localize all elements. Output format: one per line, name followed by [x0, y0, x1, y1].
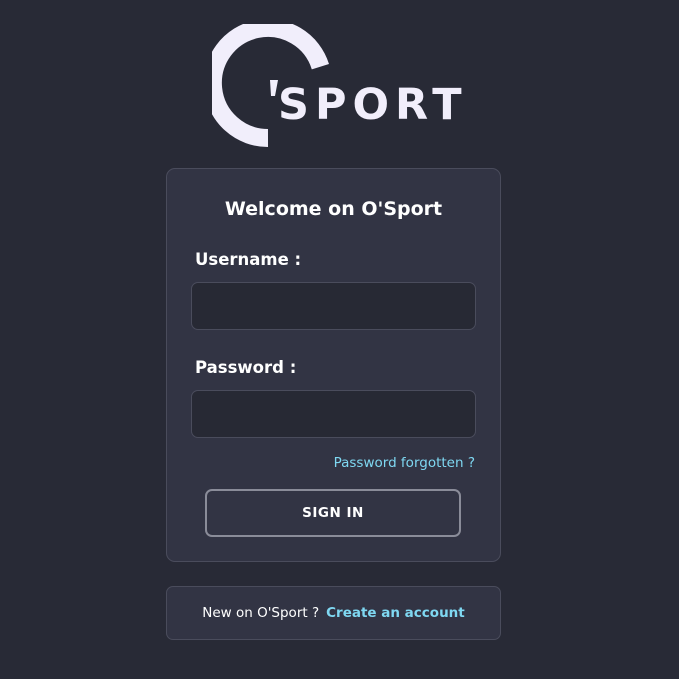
- username-label: Username :: [195, 250, 302, 269]
- register-prompt: New on O'Sport ?: [202, 605, 320, 621]
- logo-wordmark: SPORT: [278, 80, 468, 130]
- create-account-link[interactable]: Create an account: [326, 605, 465, 621]
- login-page: SPORT Welcome on O'Sport Username : Pass…: [0, 0, 679, 679]
- register-card: New on O'Sport ? Create an account: [166, 586, 501, 640]
- password-forgotten-link[interactable]: Password forgotten ?: [334, 455, 475, 471]
- osport-logo: SPORT: [212, 24, 462, 148]
- login-card: Welcome on O'Sport Username : Password :…: [166, 168, 501, 562]
- card-title: Welcome on O'Sport: [224, 198, 443, 220]
- sign-in-button[interactable]: SIGN IN: [205, 489, 461, 537]
- username-input[interactable]: [191, 282, 476, 330]
- password-input[interactable]: [191, 390, 476, 438]
- password-label: Password :: [195, 358, 297, 377]
